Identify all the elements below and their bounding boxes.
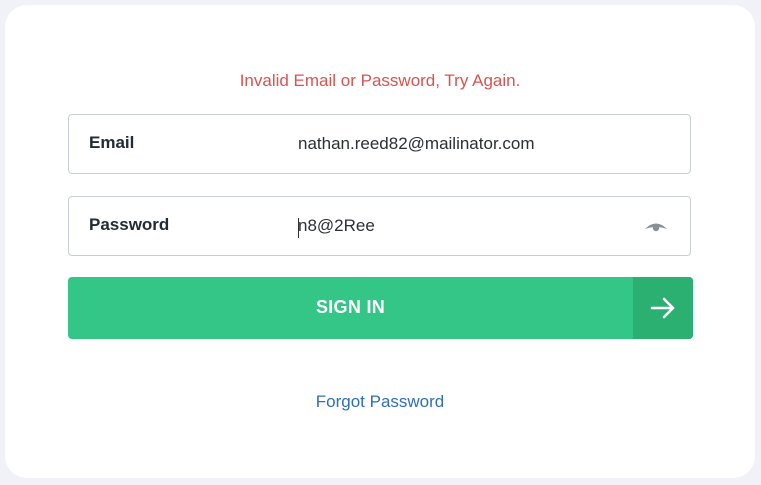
password-label: Password bbox=[89, 215, 170, 234]
text-cursor bbox=[298, 218, 299, 238]
email-label: Email bbox=[89, 133, 135, 152]
error-message: Invalid Email or Password, Try Again. bbox=[239, 71, 521, 90]
forgot-password-link[interactable]: Forgot Password bbox=[5, 392, 755, 412]
email-field[interactable]: Email bbox=[68, 114, 691, 174]
password-field[interactable]: Password bbox=[68, 196, 691, 256]
login-card: Invalid Email or Password, Try Again. Em… bbox=[5, 5, 755, 478]
email-input[interactable] bbox=[298, 134, 618, 154]
arrow-right-icon[interactable] bbox=[633, 277, 693, 339]
sign-in-button[interactable]: SIGN IN bbox=[68, 277, 693, 339]
sign-in-label: SIGN IN bbox=[315, 297, 386, 317]
password-input[interactable] bbox=[298, 216, 618, 236]
eye-icon[interactable] bbox=[644, 219, 668, 235]
